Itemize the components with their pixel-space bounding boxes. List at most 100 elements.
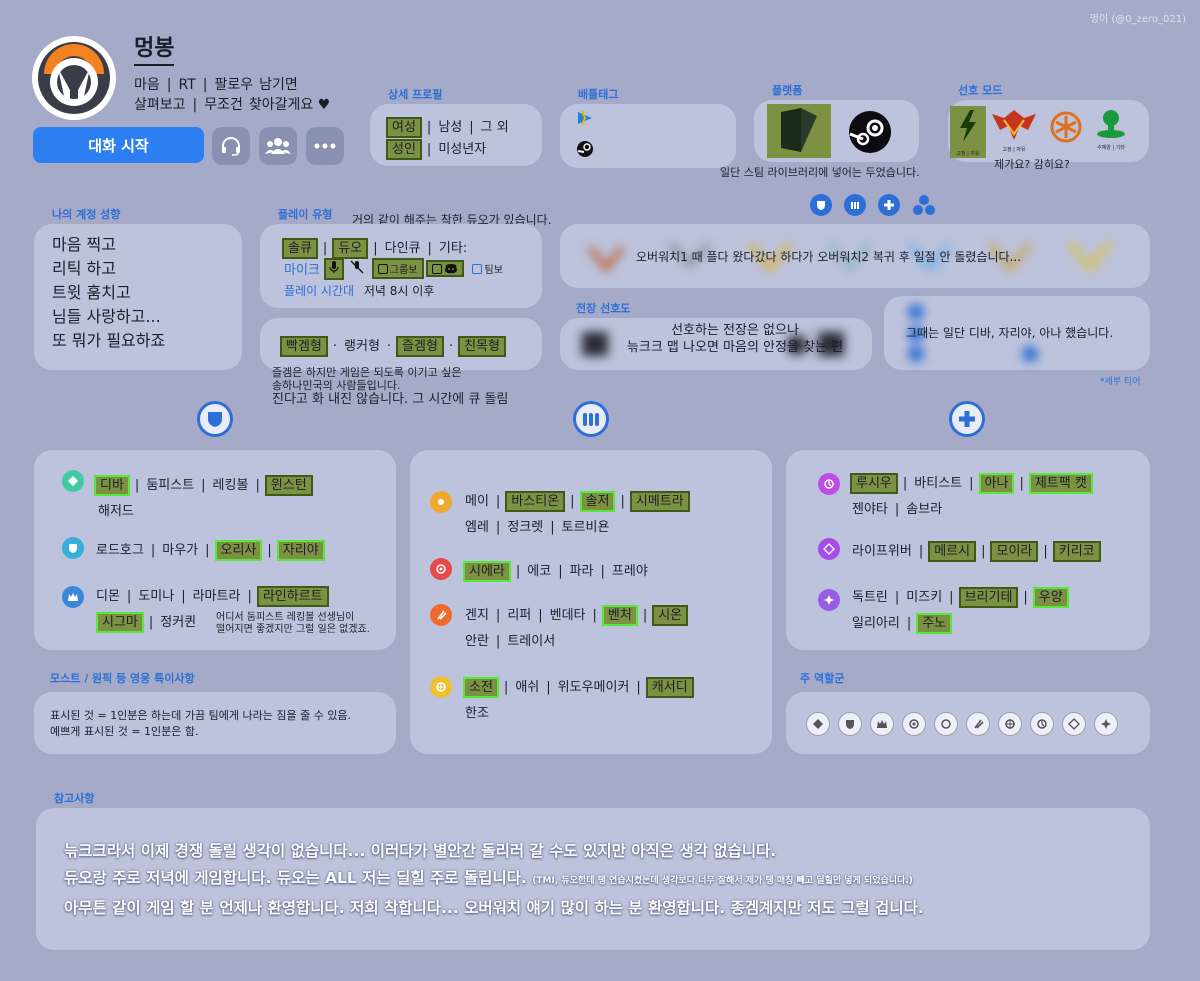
group-icon <box>265 138 291 154</box>
mode-title: 선호 모드 <box>958 84 1003 97</box>
most-title: 모스트 / 원픽 등 영웅 특이사항 <box>50 672 195 685</box>
team-voice-option[interactable]: 팀보 <box>471 261 503 276</box>
main-role-title: 주 역할군 <box>800 672 845 685</box>
mic-off-icon <box>350 260 364 278</box>
detail-tier-label: *세부 티어 <box>1100 377 1141 387</box>
platform-title: 플랫폼 <box>772 84 803 97</box>
most-lines: 표시된 것 = 1인분은 하는데 가끔 팀에게 나라는 짐을 줄 수 있음. 예… <box>50 709 352 738</box>
discord-icon <box>444 264 457 274</box>
more-icon <box>314 143 336 149</box>
discord-option[interactable] <box>425 260 464 277</box>
queue-row: 솔큐 | 듀오 | 다인큐 | 기타: <box>282 237 467 259</box>
profile-bio-line1: 마음 | RT | 팔로우 남기면 <box>134 77 298 93</box>
support-medic-icon <box>818 538 840 560</box>
support-tactician-icon <box>818 473 840 495</box>
detail-profile-title: 상세 프로필 <box>388 88 443 101</box>
mode-note: 제가요? 감히요? <box>994 158 1070 171</box>
group-button[interactable] <box>259 127 297 165</box>
damage-sharpshooter-icon <box>430 491 452 513</box>
sub-tier-note: 그때는 일단 디바, 자리야, 아나 했습니다. <box>906 326 1114 340</box>
specialist-role-icon <box>934 712 958 736</box>
watermark: 멍이 (@0_zero_021) <box>1089 14 1186 25</box>
tank-anchor-wrap: 시그마 | 정커퀸 <box>96 611 196 633</box>
profile-bio-line2: 살펴보고 | 무조건 찾아갈게요 ♥ <box>134 97 331 113</box>
support-role-icon <box>878 194 900 216</box>
recon-role-icon <box>998 712 1022 736</box>
reference-title: 참고사항 <box>54 792 95 805</box>
support-g2-row: 라이프위버 | 메르시 | 모이라 | 키리코 <box>852 540 1101 562</box>
damage-badge-icon <box>573 401 609 437</box>
chat-start-button[interactable]: 대화 시작 <box>33 127 204 163</box>
survivor-role-icon <box>1094 712 1118 736</box>
map-pref-title: 전장 선호도 <box>576 302 631 315</box>
steam-small-icon <box>576 140 594 162</box>
battlenet-platform-icon <box>767 104 831 158</box>
tank-anchor-row: 디몬 | 도미나 | 라마트라 | 라인하르트 <box>96 585 329 607</box>
overwatch-logo-icon <box>30 34 118 122</box>
battlenet-icon <box>576 110 594 130</box>
headset-icon <box>222 137 240 156</box>
age-row: 성인 | 미성년자 <box>386 138 486 160</box>
checkbox-icon <box>471 263 482 274</box>
gender-row: 여성 | 남성 | 그 외 <box>386 116 509 138</box>
checkbox-icon <box>431 263 442 274</box>
checkbox-icon <box>377 263 388 274</box>
account-lines: 마음 찍고 리틱 하고 트윗 훔치고 님들 사랑하고... 또 뭐가 필요하죠 <box>52 235 166 350</box>
more-button[interactable] <box>306 127 344 165</box>
tactician-role-icon <box>1030 712 1054 736</box>
damage-g1-row: 메이 | 바스티온 | 솔저 | 시메트라 <box>465 490 690 512</box>
sharpshooter-role-icon <box>902 712 926 736</box>
open-queue-icon <box>912 194 936 220</box>
anchor-role-icon <box>870 712 894 736</box>
medic-role-icon <box>1062 712 1086 736</box>
reference-lines: 늒크크라서 이제 경쟁 돌릴 생각이 없습니다... 이러다가 별안간 돌리러 … <box>64 842 924 917</box>
competitive-mode-icon[interactable]: 고정 | 자유 <box>990 108 1038 153</box>
damage-recon-icon <box>430 676 452 698</box>
headset-button[interactable] <box>212 127 250 165</box>
chat-start-label: 대화 시작 <box>88 136 149 155</box>
tank-badge-icon <box>197 401 233 437</box>
support-survivor-icon <box>818 589 840 611</box>
damage-g3-wrap: 안란 | 트레이서 <box>465 634 556 649</box>
platform-note: 일단 스팀 라이브러리에 넣어는 두었습니다. <box>720 166 920 179</box>
tier-note: 오버워치1 때 플다 왔다갔다 하다가 오버워치2 복귀 후 일절 안 돌렸습니… <box>636 250 1022 264</box>
tank-initiator-row: 디바 | 둠피스트 | 레킹볼 | 윈스턴 <box>94 474 313 496</box>
tank-anchor-note: 어디서 둠피스트 레킹볼 선생님이 떨어지면 좋겠지만 그럴 일은 없겠죠. <box>216 612 370 635</box>
support-g1-row: 루시우 | 바티스트 | 아나 | 제트팩 캣 <box>850 472 1093 494</box>
tank-anchor-icon <box>62 586 84 608</box>
damage-g4-wrap: 한조 <box>465 706 489 721</box>
workshop-mode-icon[interactable]: 수예양 | 기타 <box>1094 108 1128 151</box>
damage-g3-row: 겐지 | 리퍼 | 벤데타 | 벤처 | 시온 <box>465 604 689 626</box>
play-time-row: 플레이 시간대 저녁 8시 이후 <box>284 284 435 298</box>
support-g3-wrap: 일리아리 | 주노 <box>852 612 953 634</box>
play-type-title: 플레이 유형 <box>278 208 333 221</box>
flanker-role-icon <box>966 712 990 736</box>
damage-g2-row: 시에라 | 에코 | 파라 | 프레야 <box>463 560 648 582</box>
group-voice-option[interactable]: 그룹보 <box>371 258 424 279</box>
damage-role-icon <box>844 194 866 216</box>
bruiser-role-icon <box>838 712 862 736</box>
damage-specialist-icon <box>430 558 452 580</box>
arcade-mode-icon[interactable] <box>1046 110 1086 148</box>
tank-role-icon <box>810 194 832 216</box>
support-badge-icon <box>949 401 985 437</box>
damage-flanker-icon <box>430 604 452 626</box>
profile-name: 멍봉 <box>134 30 175 66</box>
play-style-row: 빡겜형 · 랭커형 · 즐겜형 · 친목형 <box>280 335 506 357</box>
initiator-role-icon <box>806 712 830 736</box>
mic-icon <box>323 257 344 280</box>
tank-bruiser-row: 로드호그 | 마우가 | 오리사 | 자리야 <box>96 539 325 561</box>
support-g3-row: 독트린 | 미즈키 | 브리기테 | 우양 <box>852 586 1069 608</box>
account-title: 나의 계정 성향 <box>52 208 121 221</box>
steam-platform-icon <box>848 110 892 158</box>
damage-g1-wrap: 엠레 | 정크렛 | 토르비욘 <box>465 520 610 535</box>
quickplay-mode-icon[interactable]: 고정 | 자유 <box>950 106 986 158</box>
tank-initiator-icon <box>62 470 84 492</box>
battletag-title: 배틀태그 <box>578 88 619 101</box>
voice-row: 마이크 그룹보 팀보 <box>284 257 503 280</box>
tank-initiator-wrap: 해저드 <box>98 504 134 519</box>
damage-g4-row: 소전 | 애쉬 | 위도우메이커 | 캐서디 <box>463 676 694 698</box>
support-g1-wrap: 젠야타 | 솜브라 <box>852 502 943 517</box>
map-pref-note: 선호하는 전장은 없으나 늒크크 맵 나오면 마음의 안정을 찾는 편 <box>626 323 844 355</box>
play-style-note: 즐겜은 하지만 게임은 되도록 이기고 싶은 송하나민국의 사람들입니다. 진다… <box>272 366 509 407</box>
